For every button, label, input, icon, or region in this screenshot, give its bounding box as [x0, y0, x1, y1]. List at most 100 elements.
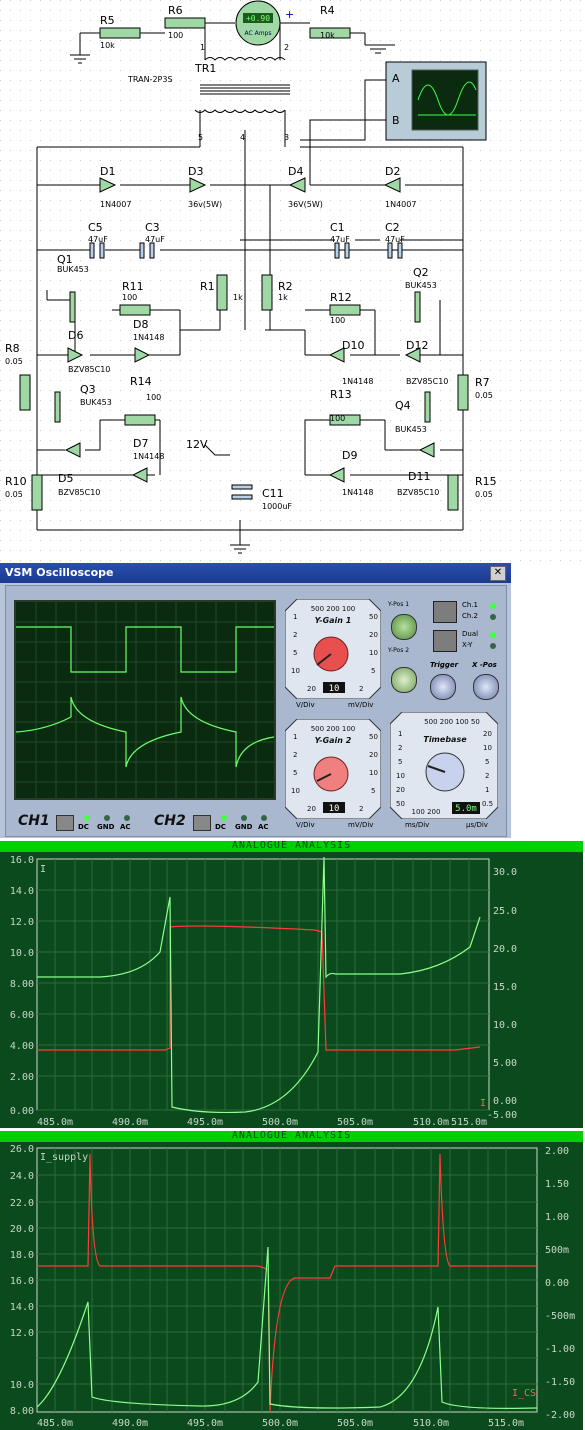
- tr1-pin-1: 1: [200, 43, 205, 52]
- ygain1-scale: 5: [293, 649, 297, 657]
- ch1-label: CH1: [18, 813, 50, 829]
- oscilloscope-window: VSM Oscilloscope ✕ CH1 DC GND AC CH2 DC …: [0, 563, 511, 838]
- capacitor-c3[interactable]: [139, 242, 145, 259]
- ch1-gnd[interactable]: GND: [97, 823, 114, 831]
- close-button[interactable]: ✕: [490, 566, 506, 581]
- trace-label[interactable]: I_supply: [40, 1152, 88, 1163]
- y-tick-right: 500m: [545, 1245, 569, 1256]
- oscilloscope-titlebar[interactable]: VSM Oscilloscope ✕: [0, 563, 511, 583]
- analogue-analysis-graph-1[interactable]: ANALOGUE ANALYSIS 16.0 14.0 12.0 10.0 8.…: [0, 840, 583, 1128]
- ypos1-knob[interactable]: [391, 614, 417, 640]
- d5-value: BZV85C10: [58, 488, 100, 497]
- ypos2-label: Y-Pos 2: [388, 647, 410, 654]
- x-tick: 500.0m: [262, 1117, 298, 1128]
- ygain1-scale: 2: [293, 631, 297, 639]
- q2-value: BUK453: [405, 281, 437, 290]
- xy-led: [490, 643, 496, 649]
- timebase-scale: 50: [396, 800, 405, 808]
- y-gain-2-control[interactable]: 500 200 100 Y-Gain 2 1 2 5 10 50 20 10 5…: [285, 719, 381, 819]
- ygain1-top-scale: 500 200 100: [311, 605, 356, 613]
- q1-value: BUK453: [57, 265, 89, 274]
- scope-channel-b: B: [392, 114, 400, 127]
- y-tick-left: 16.0: [10, 1276, 34, 1287]
- trace-label[interactable]: I_CS: [512, 1388, 536, 1399]
- resistor-r7[interactable]: [457, 374, 469, 411]
- resistor-r2[interactable]: [261, 274, 273, 311]
- y-tick-right: -1.00: [545, 1344, 575, 1355]
- y-tick-left: 10.0: [10, 1380, 34, 1391]
- resistor-r12[interactable]: [329, 304, 361, 316]
- r2-value: 1k: [278, 293, 288, 302]
- capacitor-c5[interactable]: [89, 242, 95, 259]
- ch1-dc[interactable]: DC: [78, 823, 89, 831]
- ch2-dc[interactable]: DC: [215, 823, 226, 831]
- q4-name: Q4: [395, 399, 411, 412]
- ch2-gnd[interactable]: GND: [235, 823, 252, 831]
- resistor-r1[interactable]: [216, 274, 228, 311]
- y-tick-right: 10.0: [493, 1020, 517, 1031]
- ch1-ac[interactable]: AC: [120, 823, 131, 831]
- ygain2-scale: 20: [307, 805, 316, 813]
- capacitor-c2[interactable]: [387, 242, 393, 259]
- ch1-invert-button[interactable]: [56, 815, 74, 831]
- ygain2-scale: 1: [293, 733, 297, 741]
- ch1-select-label: Ch.1: [462, 601, 479, 609]
- r11-value: 100: [122, 293, 137, 302]
- scope-channel-a: A: [392, 72, 400, 85]
- channel-b-trace: [15, 696, 275, 768]
- ch2-ac[interactable]: AC: [258, 823, 269, 831]
- r7-value: 0.05: [475, 391, 493, 400]
- y-tick-right: 0.00: [493, 1096, 517, 1107]
- ypos2-knob[interactable]: [391, 667, 417, 693]
- trace-label[interactable]: I: [480, 1098, 486, 1109]
- ygain1-value: 10: [329, 684, 340, 694]
- resistor-r8[interactable]: [19, 374, 31, 411]
- timebase-scale: 1: [398, 730, 402, 738]
- resistor-r14[interactable]: [124, 414, 156, 426]
- trace-label[interactable]: I: [40, 864, 46, 875]
- ygain2-scale: 5: [371, 787, 375, 795]
- ch2-gnd-led: [241, 815, 247, 821]
- ygain2-unit-left: V/Div: [296, 821, 315, 829]
- ypos1-label: Y-Pos 1: [388, 601, 410, 608]
- analogue-analysis-graph-2[interactable]: ANALOGUE ANALYSIS 26.0 24.0 22.0 20.0 18…: [0, 1130, 583, 1430]
- y-gain-1-control[interactable]: 500 200 100 Y-Gain 1 1 2 5 10 50 20 10 5…: [285, 599, 381, 699]
- tr1-model: TRAN-2P3S: [127, 75, 173, 84]
- x-tick: 515.0m: [488, 1418, 524, 1429]
- resistor-r10[interactable]: [31, 474, 43, 511]
- mosfet-q2[interactable]: [414, 291, 421, 323]
- tr1-pin-5: 5: [198, 133, 203, 142]
- timebase-scale: 0.5: [482, 800, 493, 808]
- graph-header[interactable]: ANALOGUE ANALYSIS: [0, 840, 583, 852]
- y-tick-right: -500m: [545, 1311, 575, 1322]
- resistor-r11[interactable]: [119, 304, 151, 316]
- resistor-r6[interactable]: [164, 17, 206, 29]
- mode-select-button[interactable]: [433, 630, 457, 652]
- mosfet-q4[interactable]: [424, 391, 431, 423]
- mosfet-q3[interactable]: [54, 391, 61, 423]
- oscilloscope-symbol[interactable]: A B: [385, 61, 487, 141]
- ch2-invert-button[interactable]: [193, 815, 211, 831]
- capacitor-c1[interactable]: [334, 242, 340, 259]
- d3-value: 36v(5W): [188, 200, 222, 209]
- dual-mode-label: Dual: [462, 630, 479, 638]
- d7-name: D7: [133, 437, 148, 450]
- graph-header[interactable]: ANALOGUE ANALYSIS: [0, 1130, 583, 1142]
- y-tick-left: 8.00: [10, 1406, 34, 1417]
- x-tick: 485.0m: [37, 1418, 73, 1429]
- trigger-knob[interactable]: [430, 674, 456, 700]
- y-tick-left: 26.0: [10, 1144, 34, 1155]
- x-tick: 495.0m: [187, 1418, 223, 1429]
- resistor-r15[interactable]: [447, 474, 459, 511]
- capacitor-c11[interactable]: [231, 484, 253, 490]
- ygain1-scale: 2: [359, 685, 363, 693]
- resistor-r5[interactable]: [99, 27, 141, 39]
- timebase-control[interactable]: 500 200 100 50 Timebase 1 2 5 10 20 50 2…: [390, 712, 498, 819]
- xpos-knob[interactable]: [473, 674, 499, 700]
- q2-name: Q2: [413, 266, 429, 279]
- xy-mode-label: X-Y: [462, 641, 473, 649]
- circuit-schematic[interactable]: +0.90 AC Amps + TR1 TRAN-2P3S 1 2 3 4 5 …: [0, 0, 585, 562]
- channel-select-button[interactable]: [433, 601, 457, 623]
- ygain2-value: 10: [329, 804, 340, 814]
- mosfet-q1[interactable]: [69, 291, 76, 323]
